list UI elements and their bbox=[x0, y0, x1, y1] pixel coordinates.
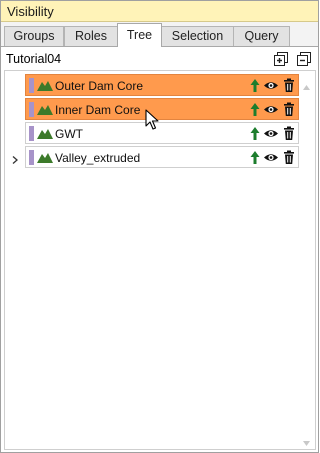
eye-icon[interactable] bbox=[263, 78, 279, 93]
eye-icon[interactable] bbox=[263, 150, 279, 165]
expand-chevron-icon[interactable] bbox=[10, 154, 20, 164]
tree-item-label: Inner Dam Core bbox=[55, 103, 141, 117]
tree-header: Tutorial04 bbox=[1, 47, 318, 69]
tree-item-label: Outer Dam Core bbox=[55, 79, 144, 93]
tab-tree[interactable]: Tree bbox=[117, 23, 162, 47]
trash-icon[interactable] bbox=[282, 102, 296, 117]
trash-icon[interactable] bbox=[282, 78, 296, 93]
tree-view[interactable]: Outer Dam Core Inner Dam Core GWT Valley… bbox=[4, 70, 316, 450]
tree-item-outer-dam-core[interactable]: Outer Dam Core bbox=[25, 74, 299, 96]
panel-title: Visibility bbox=[7, 4, 54, 19]
tab-selection[interactable]: Selection bbox=[161, 26, 234, 46]
trash-icon[interactable] bbox=[282, 150, 296, 165]
tab-groups[interactable]: Groups bbox=[4, 26, 64, 46]
scroll-down-arrow-icon[interactable] bbox=[302, 436, 311, 446]
tab-strip: Groups Roles Tree Selection Query bbox=[1, 22, 318, 47]
eye-icon[interactable] bbox=[263, 126, 279, 141]
tab-roles[interactable]: Roles bbox=[64, 26, 118, 46]
tree-item-inner-dam-core[interactable]: Inner Dam Core bbox=[25, 98, 299, 120]
trash-icon[interactable] bbox=[282, 126, 296, 141]
color-swatch bbox=[29, 126, 34, 141]
mountain-icon bbox=[37, 128, 53, 142]
mountain-icon bbox=[37, 104, 53, 118]
panel-title-bar: Visibility bbox=[1, 1, 318, 22]
color-swatch bbox=[29, 102, 34, 117]
mountain-icon bbox=[37, 80, 53, 94]
color-swatch bbox=[29, 78, 34, 93]
vertical-scrollbar[interactable] bbox=[299, 72, 314, 448]
collapse-all-icon[interactable] bbox=[296, 51, 312, 67]
tree-item-gwt[interactable]: GWT bbox=[25, 122, 299, 144]
up-arrow-icon[interactable] bbox=[248, 150, 262, 165]
up-arrow-icon[interactable] bbox=[248, 78, 262, 93]
tree-item-label: Valley_extruded bbox=[55, 151, 141, 165]
tab-query[interactable]: Query bbox=[233, 26, 290, 46]
tree-item-valley-extruded[interactable]: Valley_extruded bbox=[25, 146, 299, 168]
visibility-panel: Visibility Groups Roles Tree Selection Q… bbox=[0, 0, 319, 453]
eye-icon[interactable] bbox=[263, 102, 279, 117]
mountain-icon bbox=[37, 152, 53, 166]
scroll-up-arrow-icon[interactable] bbox=[302, 80, 311, 90]
tree-root-name: Tutorial04 bbox=[6, 52, 62, 66]
color-swatch bbox=[29, 150, 34, 165]
up-arrow-icon[interactable] bbox=[248, 102, 262, 117]
up-arrow-icon[interactable] bbox=[248, 126, 262, 141]
expand-all-icon[interactable] bbox=[273, 51, 289, 67]
tree-item-label: GWT bbox=[55, 127, 83, 141]
